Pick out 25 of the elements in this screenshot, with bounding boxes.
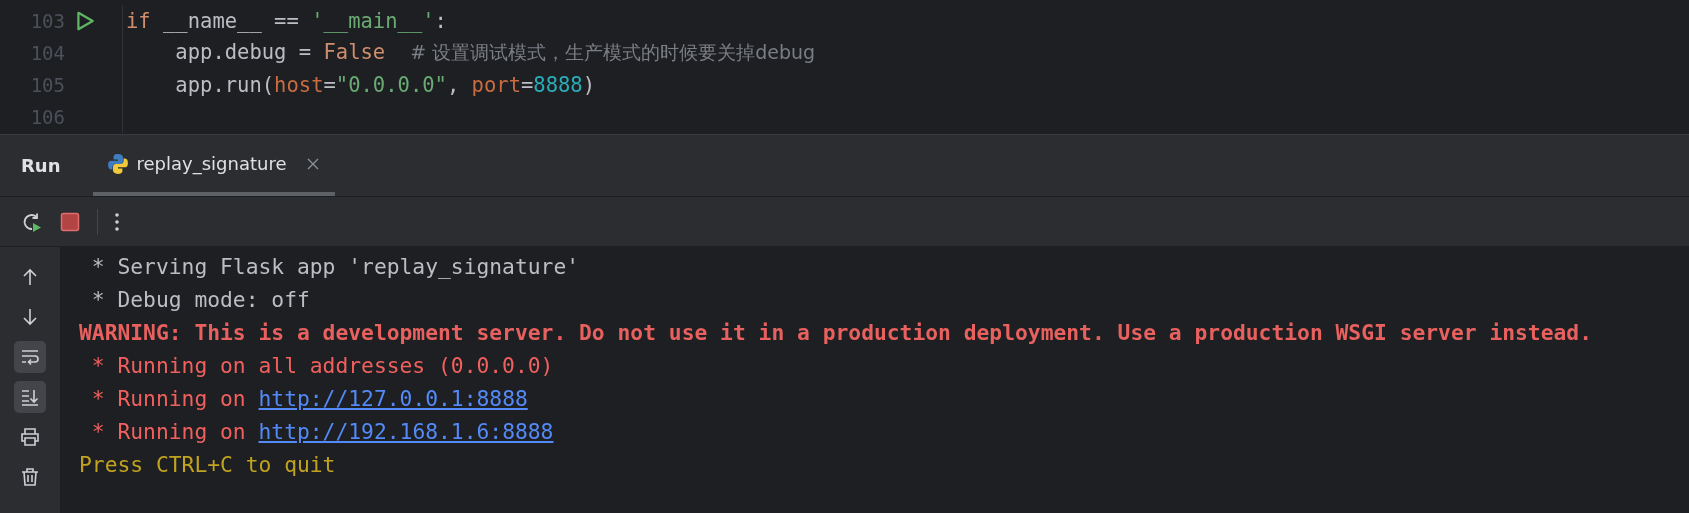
console-text: * Debug mode: off (90, 287, 310, 312)
console-text: * Running on (90, 419, 247, 444)
scroll-to-end-toggle[interactable] (14, 381, 46, 413)
soft-wrap-icon (20, 347, 40, 367)
console-text: * Running on all addresses (0.0.0.0) (90, 353, 554, 378)
code-line: app.run(host="0.0.0.0", port=8888) (174, 73, 596, 97)
console-text: Press CTRL+C to quit (79, 452, 336, 477)
soft-wrap-toggle[interactable] (14, 341, 46, 373)
stop-icon[interactable] (59, 210, 81, 233)
more-icon[interactable] (114, 210, 120, 233)
python-icon (106, 152, 129, 175)
console-text: * Running on (90, 386, 247, 411)
console-link[interactable]: http://127.0.0.1:8888 (258, 386, 528, 411)
print-icon[interactable] (20, 427, 40, 447)
console-text: WARNING: This is a development server. Do not use it in a production deployment. Use a production WSGI server instead. (79, 320, 1592, 345)
code-line: app.debug = False # 设置调试模式，生产模式的时候要关掉debug (174, 40, 816, 64)
arrow-down-icon[interactable] (20, 307, 40, 327)
trash-icon[interactable] (20, 467, 40, 487)
run-icon[interactable] (74, 10, 96, 32)
panel-title: Run (20, 154, 62, 178)
scroll-to-end-icon (20, 387, 40, 407)
console-text: * Serving Flask app 'replay_signature' (90, 254, 580, 279)
close-icon[interactable] (306, 156, 321, 171)
console-link[interactable]: http://192.168.1.6:8888 (258, 419, 554, 444)
code-line: if __name__ == '__main__': (126, 9, 447, 33)
